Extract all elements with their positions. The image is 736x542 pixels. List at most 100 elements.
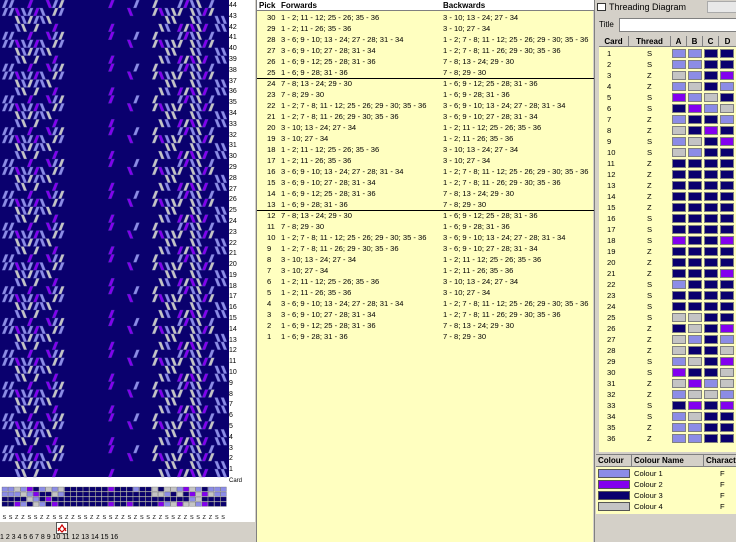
card-number[interactable]: 16	[607, 213, 615, 224]
hole-c-colour-cell[interactable]	[704, 93, 718, 102]
hole-b-colour-cell[interactable]	[688, 401, 702, 410]
hole-a-colour-cell[interactable]	[672, 214, 686, 223]
hole-d-colour-cell[interactable]	[720, 104, 734, 113]
hole-c-colour-cell[interactable]	[704, 324, 718, 333]
hole-c-colour-cell[interactable]	[704, 390, 718, 399]
thread-direction[interactable]: S	[647, 136, 652, 147]
card-number[interactable]: 26	[607, 323, 615, 334]
hole-c-colour-cell[interactable]	[704, 401, 718, 410]
pick-row[interactable]: 1 1 - 6; 9 - 28; 31 - 36 7 - 8; 29 - 30	[257, 331, 594, 342]
hole-d-colour-cell[interactable]	[720, 258, 734, 267]
hole-a-colour-cell[interactable]	[672, 390, 686, 399]
card-number[interactable]: 17	[607, 224, 615, 235]
hole-b-colour-cell[interactable]	[688, 247, 702, 256]
hole-b-colour-cell[interactable]	[688, 379, 702, 388]
thread-direction[interactable]: Z	[647, 191, 652, 202]
hole-d-colour-cell[interactable]	[720, 236, 734, 245]
pick-row[interactable]: 14 1 - 6; 9 - 12; 25 - 28; 31 - 36 7 - 8; …	[257, 188, 594, 199]
card-number[interactable]: 24	[607, 301, 615, 312]
card-number[interactable]: 19	[607, 246, 615, 257]
hole-a-colour-cell[interactable]	[672, 280, 686, 289]
threading-table[interactable]: Card Thread A B C D 1 S 2 S 3 Z 4 Z 5 S 6 S 7 Z 8 Z 9 S 10…	[599, 36, 736, 452]
hole-d-colour-cell[interactable]	[720, 412, 734, 421]
hole-c-colour-cell[interactable]	[704, 269, 718, 278]
colour-swatch[interactable]	[598, 469, 630, 478]
pattern-preview-panel[interactable]: SSZZSSZZSSZZSSZZSSZZSZSSZZSSZZSSZZSS 44 4…	[0, 0, 255, 542]
thread-direction[interactable]: S	[647, 59, 652, 70]
hole-c-colour-cell[interactable]	[704, 346, 718, 355]
hole-a-colour-cell[interactable]	[672, 60, 686, 69]
pick-row[interactable]: 9 1 - 2; 7 - 8; 11 - 26; 29 - 30; 35 - 36…	[257, 243, 594, 254]
card-number[interactable]: 29	[607, 356, 615, 367]
pick-row[interactable]: 30 1 - 2; 11 - 12; 25 - 26; 35 - 36 3 - 10…	[257, 12, 594, 23]
thread-direction[interactable]: S	[647, 92, 652, 103]
hole-d-colour-cell[interactable]	[720, 225, 734, 234]
hole-d-colour-cell[interactable]	[720, 269, 734, 278]
hole-a-colour-cell[interactable]	[672, 137, 686, 146]
card-number[interactable]: 36	[607, 433, 615, 444]
hole-a-colour-cell[interactable]	[672, 324, 686, 333]
hole-c-colour-cell[interactable]	[704, 126, 718, 135]
colour-character[interactable]: F	[720, 490, 725, 501]
card-number[interactable]: 7	[607, 114, 611, 125]
pick-row[interactable]: 5 1 - 2; 11 - 26; 35 - 36 3 - 10; 27 - 34	[257, 287, 594, 298]
colour-swatch[interactable]	[598, 502, 630, 511]
hole-d-colour-cell[interactable]	[720, 423, 734, 432]
threading-window-titlebar[interactable]: Threading Diagram	[595, 0, 736, 14]
hole-a-colour-cell[interactable]	[672, 357, 686, 366]
thread-direction[interactable]: Z	[647, 202, 652, 213]
hole-a-colour-cell[interactable]	[672, 379, 686, 388]
hole-a-colour-cell[interactable]	[672, 412, 686, 421]
pick-row[interactable]: 11 7 - 8; 29 - 30 1 - 6; 9 - 28; 31 - 36	[257, 221, 594, 232]
thread-direction[interactable]: Z	[647, 345, 652, 356]
hole-d-colour-cell[interactable]	[720, 71, 734, 80]
pick-row[interactable]: 21 1 - 2; 7 - 8; 11 - 26; 29 - 30; 35 - 3…	[257, 111, 594, 122]
thread-direction[interactable]: Z	[647, 169, 652, 180]
hole-b-colour-cell[interactable]	[688, 368, 702, 377]
hole-a-colour-cell[interactable]	[672, 203, 686, 212]
hole-b-colour-cell[interactable]	[688, 412, 702, 421]
hole-c-colour-cell[interactable]	[704, 247, 718, 256]
colour-name[interactable]: Colour 1	[634, 468, 663, 479]
card-number[interactable]: 10	[607, 147, 615, 158]
hole-d-colour-cell[interactable]	[720, 280, 734, 289]
hole-a-colour-cell[interactable]	[672, 93, 686, 102]
card-number[interactable]: 9	[607, 136, 611, 147]
thread-direction[interactable]: Z	[647, 389, 652, 400]
hole-d-colour-cell[interactable]	[720, 192, 734, 201]
thread-direction[interactable]: S	[647, 411, 652, 422]
hole-a-colour-cell[interactable]	[672, 236, 686, 245]
hole-c-colour-cell[interactable]	[704, 181, 718, 190]
hole-c-colour-cell[interactable]	[704, 137, 718, 146]
pick-row[interactable]: 26 1 - 6; 9 - 12; 25 - 28; 31 - 36 7 - 8; …	[257, 56, 594, 67]
hole-b-colour-cell[interactable]	[688, 126, 702, 135]
pick-row[interactable]: 8 3 - 10; 13 - 24; 27 - 34 1 - 2; 11 - 12;…	[257, 254, 594, 265]
pick-row[interactable]: 13 1 - 6; 9 - 28; 31 - 36 7 - 8; 29 - 30	[257, 199, 594, 210]
thread-direction[interactable]: S	[647, 235, 652, 246]
thread-direction[interactable]: Z	[647, 125, 652, 136]
thread-direction[interactable]: Z	[647, 378, 652, 389]
hole-a-colour-cell[interactable]	[672, 126, 686, 135]
hole-c-colour-cell[interactable]	[704, 313, 718, 322]
hole-d-colour-cell[interactable]	[720, 357, 734, 366]
hole-a-colour-cell[interactable]	[672, 258, 686, 267]
pick-row[interactable]: 23 7 - 8; 29 - 30 1 - 6; 9 - 28; 31 - 36	[257, 89, 594, 100]
thread-direction[interactable]: S	[647, 301, 652, 312]
hole-a-column-header[interactable]: A	[671, 36, 687, 47]
hole-a-colour-cell[interactable]	[672, 269, 686, 278]
hole-a-colour-cell[interactable]	[672, 401, 686, 410]
hole-b-colour-cell[interactable]	[688, 390, 702, 399]
thread-direction[interactable]: Z	[647, 268, 652, 279]
hole-b-colour-cell[interactable]	[688, 192, 702, 201]
card-number[interactable]: 18	[607, 235, 615, 246]
hole-d-colour-cell[interactable]	[720, 324, 734, 333]
hole-b-colour-cell[interactable]	[688, 104, 702, 113]
card-number[interactable]: 22	[607, 279, 615, 290]
hole-b-colour-cell[interactable]	[688, 148, 702, 157]
hole-a-colour-cell[interactable]	[672, 49, 686, 58]
hole-b-colour-cell[interactable]	[688, 82, 702, 91]
pick-row[interactable]: 25 1 - 6; 9 - 28; 31 - 36 7 - 8; 29 - 30	[257, 67, 594, 78]
pick-row[interactable]: 3 3 - 6; 9 - 10; 27 - 28; 31 - 34 1 - 2; 7…	[257, 309, 594, 320]
thread-direction[interactable]: S	[647, 48, 652, 59]
thread-direction[interactable]: Z	[647, 323, 652, 334]
